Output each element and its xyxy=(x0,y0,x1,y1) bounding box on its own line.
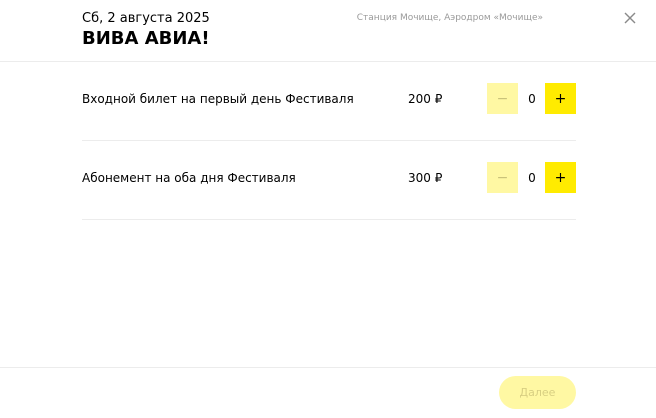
event-date: Сб, 2 августа 2025 xyxy=(82,11,210,26)
ticket-price: 300 ₽ xyxy=(408,171,443,185)
ticket-price: 200 ₽ xyxy=(408,92,443,106)
ticket-quantity: 0 xyxy=(528,92,536,106)
increment-button[interactable]: + xyxy=(545,162,576,193)
increment-button[interactable]: + xyxy=(545,83,576,114)
close-icon[interactable] xyxy=(622,10,638,26)
next-button[interactable]: Далее xyxy=(499,376,576,409)
ticket-row: Абонемент на оба дня Фестиваля 300 ₽ − 0… xyxy=(82,141,576,220)
event-title: ВИВА АВИА! xyxy=(82,28,210,49)
ticket-name: Абонемент на оба дня Фестиваля xyxy=(82,171,296,185)
ticket-row: Входной билет на первый день Фестиваля 2… xyxy=(82,62,576,141)
decrement-button[interactable]: − xyxy=(487,83,518,114)
header: Сб, 2 августа 2025 ВИВА АВИА! Станция Мо… xyxy=(0,0,656,62)
ticket-name: Входной билет на первый день Фестиваля xyxy=(82,92,354,106)
ticket-quantity: 0 xyxy=(528,171,536,185)
event-venue: Станция Мочище, Аэродром «Мочище» xyxy=(356,13,543,23)
decrement-button[interactable]: − xyxy=(487,162,518,193)
close-icon-glyph xyxy=(624,12,636,24)
footer: Далее xyxy=(0,367,656,418)
